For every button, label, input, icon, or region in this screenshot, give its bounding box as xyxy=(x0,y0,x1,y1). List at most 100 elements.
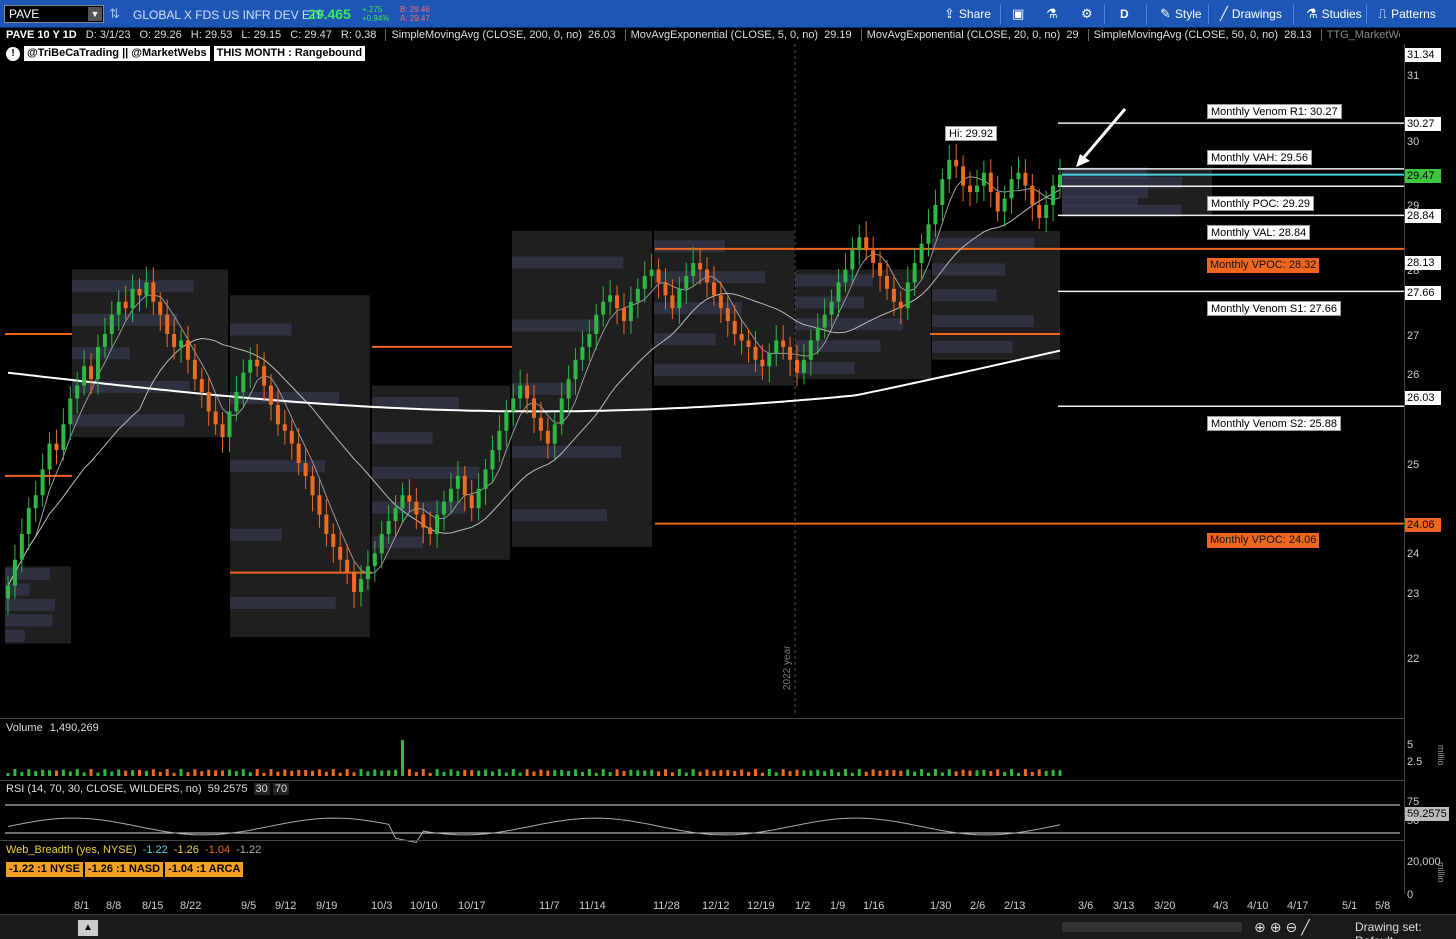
volume-bar xyxy=(1010,769,1014,776)
ohlc-date: D: 3/1/23 xyxy=(85,29,131,41)
symbol-dropdown-icon[interactable]: ▼ xyxy=(88,7,102,21)
candle-body xyxy=(635,288,640,302)
candle-body xyxy=(1016,172,1021,180)
study-ema20[interactable]: MovAvgExponential (CLOSE, 20, 0, no) xyxy=(860,29,1061,41)
volume-bar xyxy=(913,771,917,776)
axis-box-sma50: 28.13 xyxy=(1405,256,1441,270)
axis-box-top: 31.34 xyxy=(1405,48,1441,62)
snapshot-button[interactable]: ▣ xyxy=(1008,4,1028,24)
style-button[interactable]: ✎ Style xyxy=(1156,4,1206,24)
x-tick-label: 11/14 xyxy=(579,900,606,912)
volume-bar xyxy=(899,770,903,776)
symbol-input[interactable]: PAVE ▼ xyxy=(4,5,104,23)
volume-bar xyxy=(567,770,571,776)
volume-bar xyxy=(75,769,79,776)
studies-button[interactable]: ⚗ Studies xyxy=(1302,4,1366,24)
candle-body xyxy=(594,314,599,334)
drawings-label: Drawings xyxy=(1231,7,1282,21)
candle-body xyxy=(54,443,59,451)
volume-bar xyxy=(580,771,584,776)
share-button[interactable]: ⇪ Share xyxy=(940,4,995,24)
patterns-button[interactable]: ⎍ Patterns xyxy=(1374,4,1440,24)
volume-bar xyxy=(795,769,799,776)
time-scrollbar[interactable] xyxy=(1062,922,1242,932)
volume-bar xyxy=(89,769,93,776)
link-icon[interactable]: ⇅ xyxy=(109,6,120,22)
study-ema5[interactable]: MovAvgExponential (CLOSE, 5, 0, no) xyxy=(624,29,819,41)
candle-body xyxy=(199,379,204,393)
profile-bar xyxy=(512,319,600,332)
candle-body xyxy=(843,269,848,283)
study-sma50[interactable]: SimpleMovingAvg (CLOSE, 50, 0, no) xyxy=(1087,29,1279,41)
rsi-low: 30 xyxy=(253,783,270,795)
axis-box-sma200: 26.03 xyxy=(1405,391,1441,405)
volume-bar xyxy=(511,769,515,776)
x-tick-label: 4/3 xyxy=(1213,900,1229,912)
volume-bar xyxy=(407,769,411,776)
study-ttg[interactable]: TTG_MarketWebs_2021 (yes,... xyxy=(1320,29,1400,41)
candle-body xyxy=(947,159,952,180)
study-sma200[interactable]: SimpleMovingAvg (CLOSE, 200, 0, no) xyxy=(385,29,582,41)
draw-line-icon[interactable]: ╱ xyxy=(1301,919,1309,936)
volume-bar xyxy=(345,769,349,776)
volume-bar xyxy=(172,772,176,776)
axis-box-r1: 30.27 xyxy=(1405,117,1441,131)
zoom-in-icon[interactable]: ⊕ xyxy=(1270,919,1282,936)
volume-bar xyxy=(781,769,785,776)
y-tick-22: 22 xyxy=(1407,653,1420,665)
vah-label: Monthly VAH: 29.56 xyxy=(1207,150,1313,165)
x-tick-label: 9/12 xyxy=(275,900,297,912)
candle-body xyxy=(711,282,716,296)
x-tick-label: 4/10 xyxy=(1247,900,1269,912)
flask-studies-icon: ⚗ xyxy=(1306,6,1318,21)
volume-bar xyxy=(670,772,674,776)
candle-body xyxy=(1030,185,1035,205)
candle-body xyxy=(289,430,294,444)
candle-body xyxy=(462,475,467,496)
volume-bar xyxy=(27,769,31,776)
candle-body xyxy=(940,179,945,205)
candle-body xyxy=(795,359,799,373)
chart-info-line: PAVE 10 Y 1D D: 3/1/23 O: 29.26 H: 29.53… xyxy=(0,28,1400,44)
volume-bar xyxy=(989,771,993,776)
vpoc2-label: Monthly VPOC: 24.06 xyxy=(1207,533,1320,548)
candle-body xyxy=(926,224,931,244)
profile-bar xyxy=(72,347,130,360)
price-chart[interactable] xyxy=(0,44,1404,894)
volume-bar xyxy=(664,769,667,776)
vol-unit: millio xyxy=(1436,745,1446,766)
candle-body xyxy=(961,166,966,186)
candle-body xyxy=(580,346,585,360)
candle-body xyxy=(670,295,675,309)
volume-bar xyxy=(207,769,211,776)
volume-bar xyxy=(463,769,467,776)
candle-body xyxy=(933,205,938,225)
volume-bar xyxy=(61,769,65,776)
candle-body xyxy=(1051,185,1056,205)
candle-body xyxy=(137,288,142,296)
x-tick-label: 1/16 xyxy=(863,900,885,912)
candle-body xyxy=(469,495,474,509)
volume-bar xyxy=(304,770,308,776)
profile-bar xyxy=(230,528,282,541)
zoom-out-icon[interactable]: ⊖ xyxy=(1285,919,1297,936)
drawing-set[interactable]: Drawing set: Default xyxy=(1355,920,1456,939)
crosshair-icon[interactable]: ⊕ xyxy=(1254,919,1266,936)
volume-bar xyxy=(753,769,757,776)
candle-body xyxy=(220,424,225,438)
settings-button[interactable]: ⚙ xyxy=(1077,4,1097,24)
candle-body xyxy=(954,159,959,167)
candle-body xyxy=(753,346,758,360)
volume-bar xyxy=(968,770,972,776)
flask-button[interactable]: ⚗ xyxy=(1042,4,1062,24)
aggregation-button[interactable]: D xyxy=(1116,4,1133,24)
y-tick-31: 31 xyxy=(1407,70,1420,82)
volume-bar xyxy=(767,769,771,776)
drawings-button[interactable]: ╱ Drawings xyxy=(1216,4,1286,24)
volume-bar xyxy=(352,772,356,776)
camera-icon: ▣ xyxy=(1012,6,1025,21)
volume-bar xyxy=(940,772,944,776)
collapse-button[interactable]: ▲ xyxy=(78,920,98,936)
volume-bar xyxy=(456,770,460,776)
study-ema5-value: 29.19 xyxy=(824,29,852,41)
